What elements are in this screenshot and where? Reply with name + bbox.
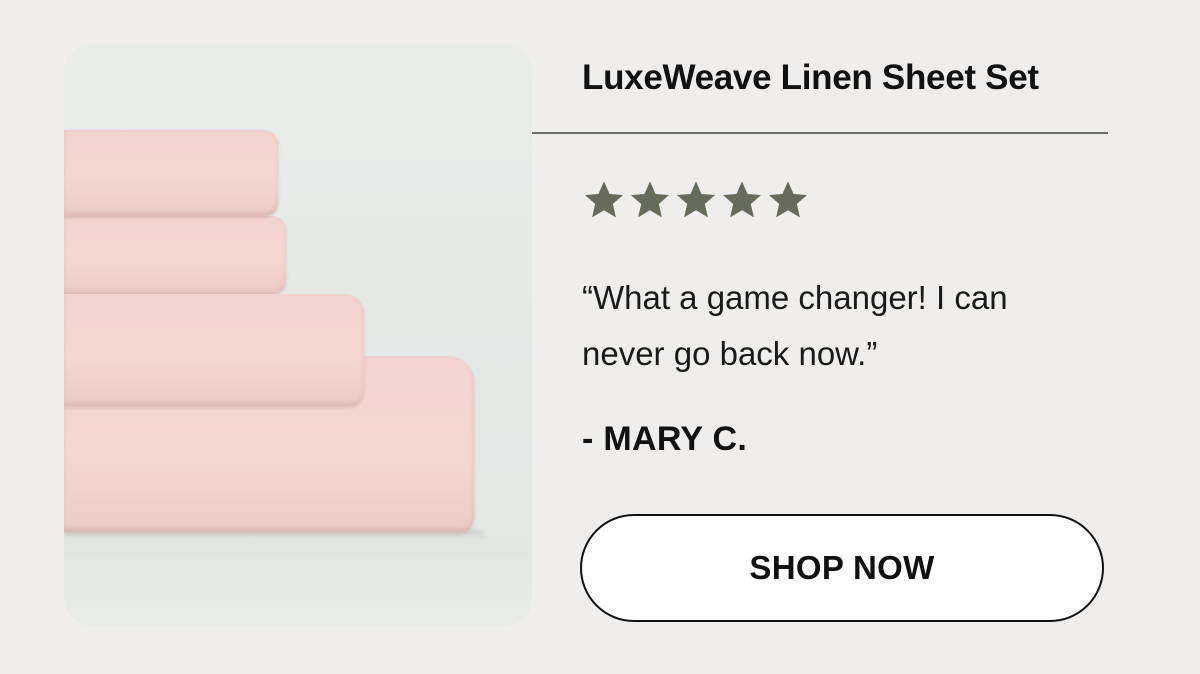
product-title: LuxeWeave Linen Sheet Set <box>582 58 1039 97</box>
photo-backdrop-floor <box>64 536 532 626</box>
star-icon <box>722 181 762 218</box>
folded-sheet-top <box>64 130 278 216</box>
star-rating <box>582 178 810 222</box>
folded-sheet-second <box>64 216 286 294</box>
star-icon <box>768 181 808 218</box>
folded-sheet-third <box>64 294 364 406</box>
shop-now-button[interactable]: SHOP NOW <box>580 514 1104 622</box>
stack-shadow <box>64 530 484 536</box>
product-photo <box>64 44 532 626</box>
review-quote: “What a game changer! I can never go bac… <box>582 279 1008 372</box>
review-author: - MARY C. <box>582 420 748 458</box>
star-icon <box>676 181 716 218</box>
star-icon <box>630 181 670 218</box>
star-icon <box>584 181 624 218</box>
divider-line <box>532 132 1108 134</box>
